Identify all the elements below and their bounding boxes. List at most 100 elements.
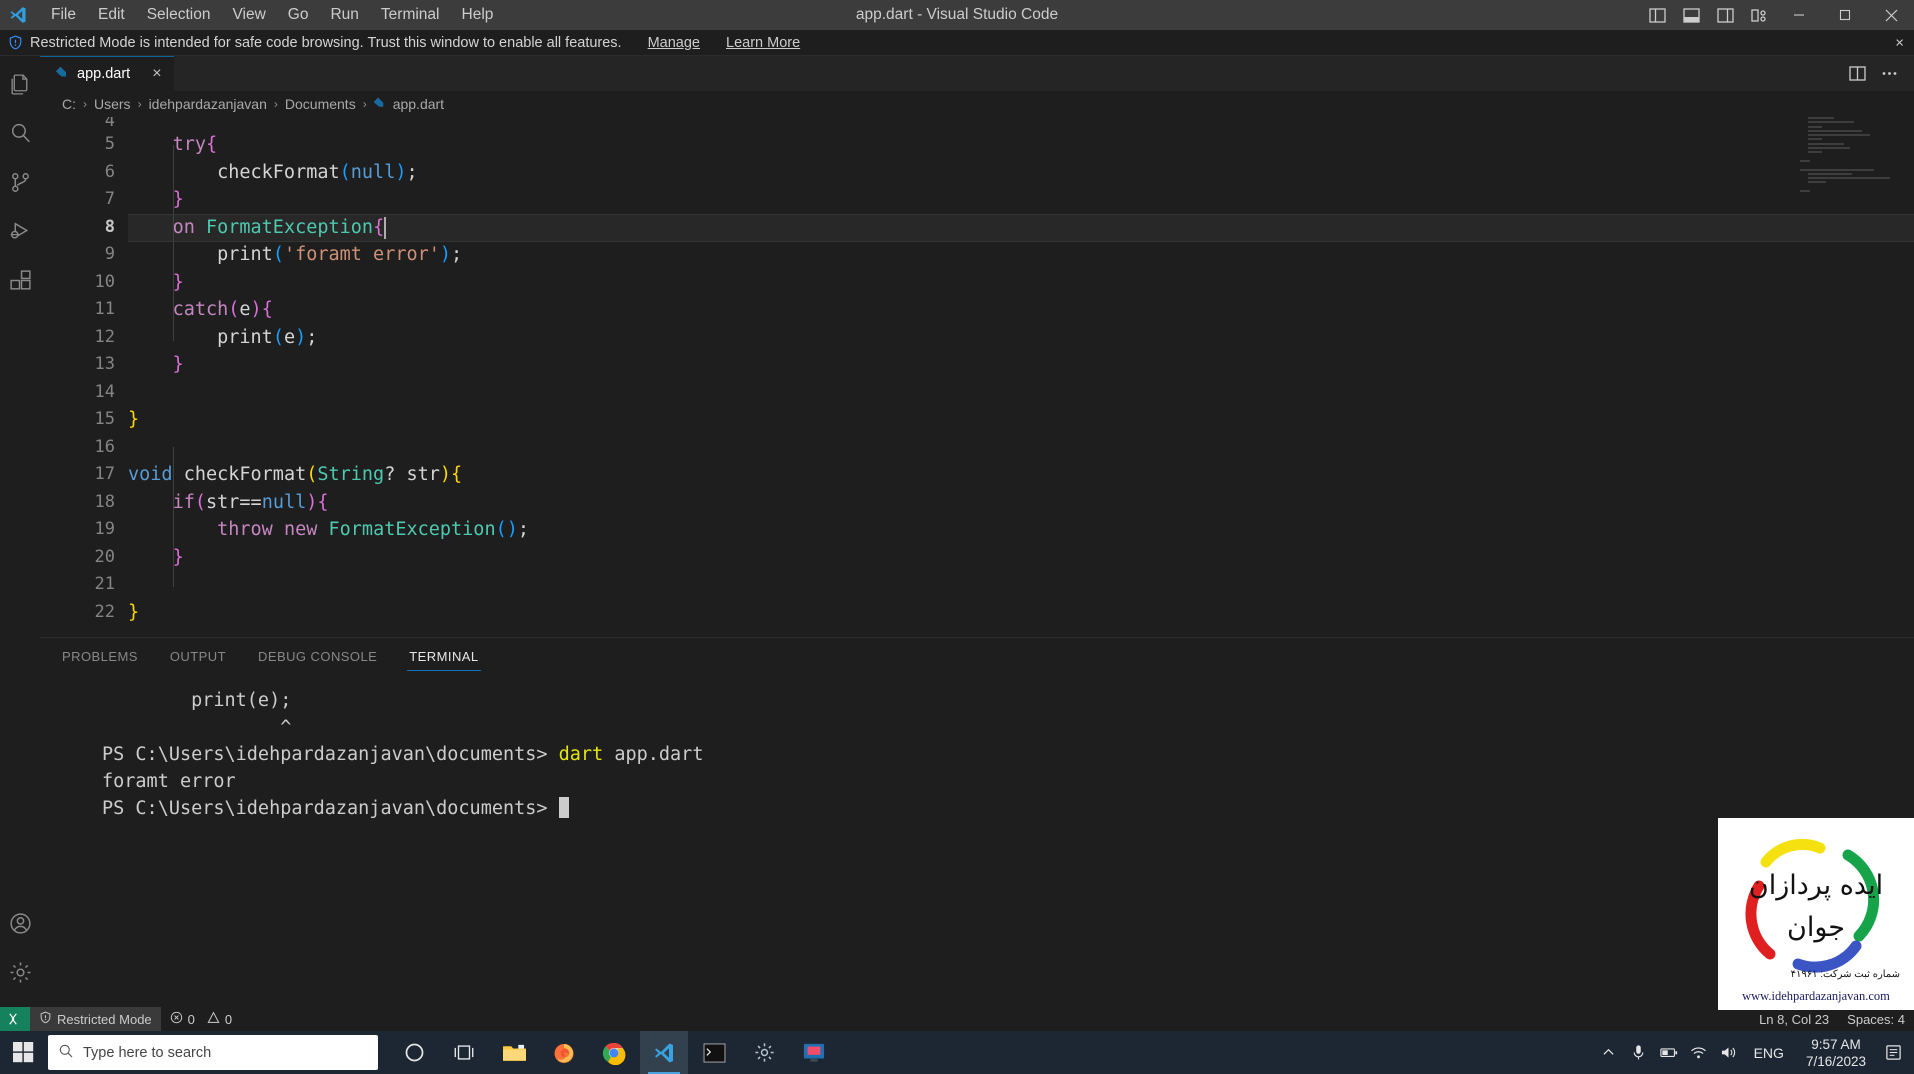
line-number: 20 [94, 546, 115, 567]
split-editor-icon[interactable] [1842, 56, 1872, 91]
active-line-border [128, 213, 1914, 215]
settings-app-icon[interactable] [740, 1031, 788, 1074]
close-icon[interactable]: × [152, 65, 161, 83]
media-app-icon[interactable] [790, 1031, 838, 1074]
menu-file[interactable]: File [40, 2, 87, 28]
code-line[interactable] [128, 571, 1914, 599]
code-line[interactable]: try{ [128, 131, 1914, 159]
tab-label: app.dart [77, 66, 131, 82]
toggle-secondary-sidebar-icon[interactable] [1708, 0, 1742, 30]
sidebar-item-run-and-debug[interactable] [0, 209, 40, 258]
battery-icon[interactable] [1654, 1031, 1684, 1074]
cortana-icon[interactable] [390, 1031, 438, 1074]
volume-icon[interactable] [1714, 1031, 1744, 1074]
terminal-icon[interactable] [690, 1031, 738, 1074]
code-line[interactable]: } [128, 269, 1914, 297]
code-line[interactable]: } [128, 599, 1914, 627]
chrome-icon[interactable] [590, 1031, 638, 1074]
toggle-primary-sidebar-icon[interactable] [1640, 0, 1674, 30]
code-line[interactable]: } [128, 406, 1914, 434]
tray-clock[interactable]: 9:57 AM 7/16/2023 [1794, 1036, 1878, 1070]
code-token: ; [406, 161, 418, 183]
wifi-icon[interactable] [1684, 1031, 1714, 1074]
menu-run[interactable]: Run [319, 2, 369, 28]
code-line[interactable]: } [128, 544, 1914, 572]
menu-help[interactable]: Help [451, 2, 505, 28]
code-line[interactable] [128, 379, 1914, 407]
manage-link[interactable]: Manage [648, 35, 700, 51]
debug-icon [8, 219, 33, 249]
menu-view[interactable]: View [221, 2, 276, 28]
terminal-text: foramt error [102, 771, 236, 792]
window-close-button[interactable] [1868, 0, 1914, 30]
menu-terminal[interactable]: Terminal [370, 2, 451, 28]
line-number: 22 [94, 601, 115, 622]
microphone-icon[interactable] [1624, 1031, 1654, 1074]
menu-selection[interactable]: Selection [136, 2, 222, 28]
breadcrumb-segment-2[interactable]: idehpardazanjavan [147, 96, 269, 112]
breadcrumb-segment-3[interactable]: Documents [283, 96, 358, 112]
code-line[interactable]: checkFormat(null); [128, 159, 1914, 187]
taskbar-search-box[interactable]: Type here to search [48, 1035, 378, 1070]
code-token: e [239, 299, 251, 320]
code-token: { [261, 299, 273, 320]
code-line[interactable]: throw new FormatException(); [128, 516, 1914, 544]
breadcrumb-segment-1[interactable]: Users [92, 96, 133, 112]
line-number: 10 [94, 271, 115, 292]
code-line[interactable]: print(e); [128, 324, 1914, 352]
code-line[interactable]: } [128, 186, 1914, 214]
learn-more-link[interactable]: Learn More [726, 35, 800, 51]
status-problems[interactable]: 0 0 [161, 1007, 241, 1031]
toggle-panel-icon[interactable] [1674, 0, 1708, 30]
firefox-icon[interactable] [540, 1031, 588, 1074]
code-line[interactable]: } [128, 351, 1914, 379]
code-line[interactable]: void checkFormat(String? str){ [128, 461, 1914, 489]
breadcrumb-segment-0[interactable]: C: [60, 96, 78, 112]
panel-tab-debug-console[interactable]: DEBUG CONSOLE [256, 641, 379, 671]
menu-edit[interactable]: Edit [87, 2, 136, 28]
breadcrumb-separator: › [362, 97, 367, 111]
file-explorer-icon[interactable] [490, 1031, 538, 1074]
code-token: ) [295, 326, 307, 348]
sidebar-item-search[interactable] [0, 111, 40, 160]
accounts-button[interactable] [0, 901, 40, 950]
settings-button[interactable] [0, 950, 40, 999]
more-actions-icon[interactable] [1874, 56, 1904, 91]
sidebar-item-extensions[interactable] [0, 258, 40, 307]
status-restricted-mode[interactable]: Restricted Mode [30, 1007, 161, 1031]
task-view-icon[interactable] [440, 1031, 488, 1074]
breadcrumb-file[interactable]: app.dart [372, 96, 444, 113]
customize-layout-icon[interactable] [1742, 0, 1776, 30]
window-minimize-button[interactable] [1776, 0, 1822, 30]
status-cursor-position[interactable]: Ln 8, Col 23 [1750, 1007, 1838, 1031]
action-center-icon[interactable] [1878, 1031, 1908, 1074]
editor-scrollbar[interactable] [1900, 117, 1914, 637]
code-line[interactable] [128, 434, 1914, 462]
menu-go[interactable]: Go [277, 2, 320, 28]
window-maximize-button[interactable] [1822, 0, 1868, 30]
tray-language[interactable]: ENG [1744, 1045, 1794, 1061]
sidebar-item-explorer[interactable] [0, 62, 40, 111]
vscode-icon[interactable] [640, 1031, 688, 1074]
code-line[interactable]: print('foramt error'); [128, 241, 1914, 269]
code-token: FormatException [205, 216, 374, 238]
panel-tab-problems[interactable]: PROBLEMS [60, 641, 140, 671]
code-line[interactable]: if(str==null){ [128, 489, 1914, 517]
code-line[interactable]: catch(e){ [128, 296, 1914, 324]
remote-window-icon[interactable] [0, 1007, 30, 1031]
line-number: 5 [104, 134, 115, 154]
close-icon[interactable]: × [1895, 34, 1904, 51]
panel-tab-output[interactable]: OUTPUT [168, 641, 228, 671]
code-top-pad [128, 117, 1914, 131]
status-indentation[interactable]: Spaces: 4 [1838, 1007, 1914, 1031]
code-content[interactable]: try{ checkFormat(null); } on FormatExcep… [128, 117, 1914, 637]
sidebar-item-source-control[interactable] [0, 160, 40, 209]
show-hidden-icons-icon[interactable] [1594, 1031, 1624, 1074]
panel-tab-terminal[interactable]: TERMINAL [407, 641, 481, 671]
line-number-partial: 4 [104, 117, 115, 131]
terminal-output[interactable]: print(e); ^ PS C:\Users\idehpardazanjavan… [40, 673, 1914, 1007]
windows-start-icon[interactable] [0, 1031, 46, 1074]
code-editor[interactable]: 4 5 6 7 8 9 10 11 12 13 14 15 16 17 18 19 20 21 22 try{ ch… [40, 117, 1914, 637]
tab-app-dart[interactable]: app.dart × [40, 56, 174, 91]
code-line[interactable]: on FormatException{ [128, 213, 1914, 241]
